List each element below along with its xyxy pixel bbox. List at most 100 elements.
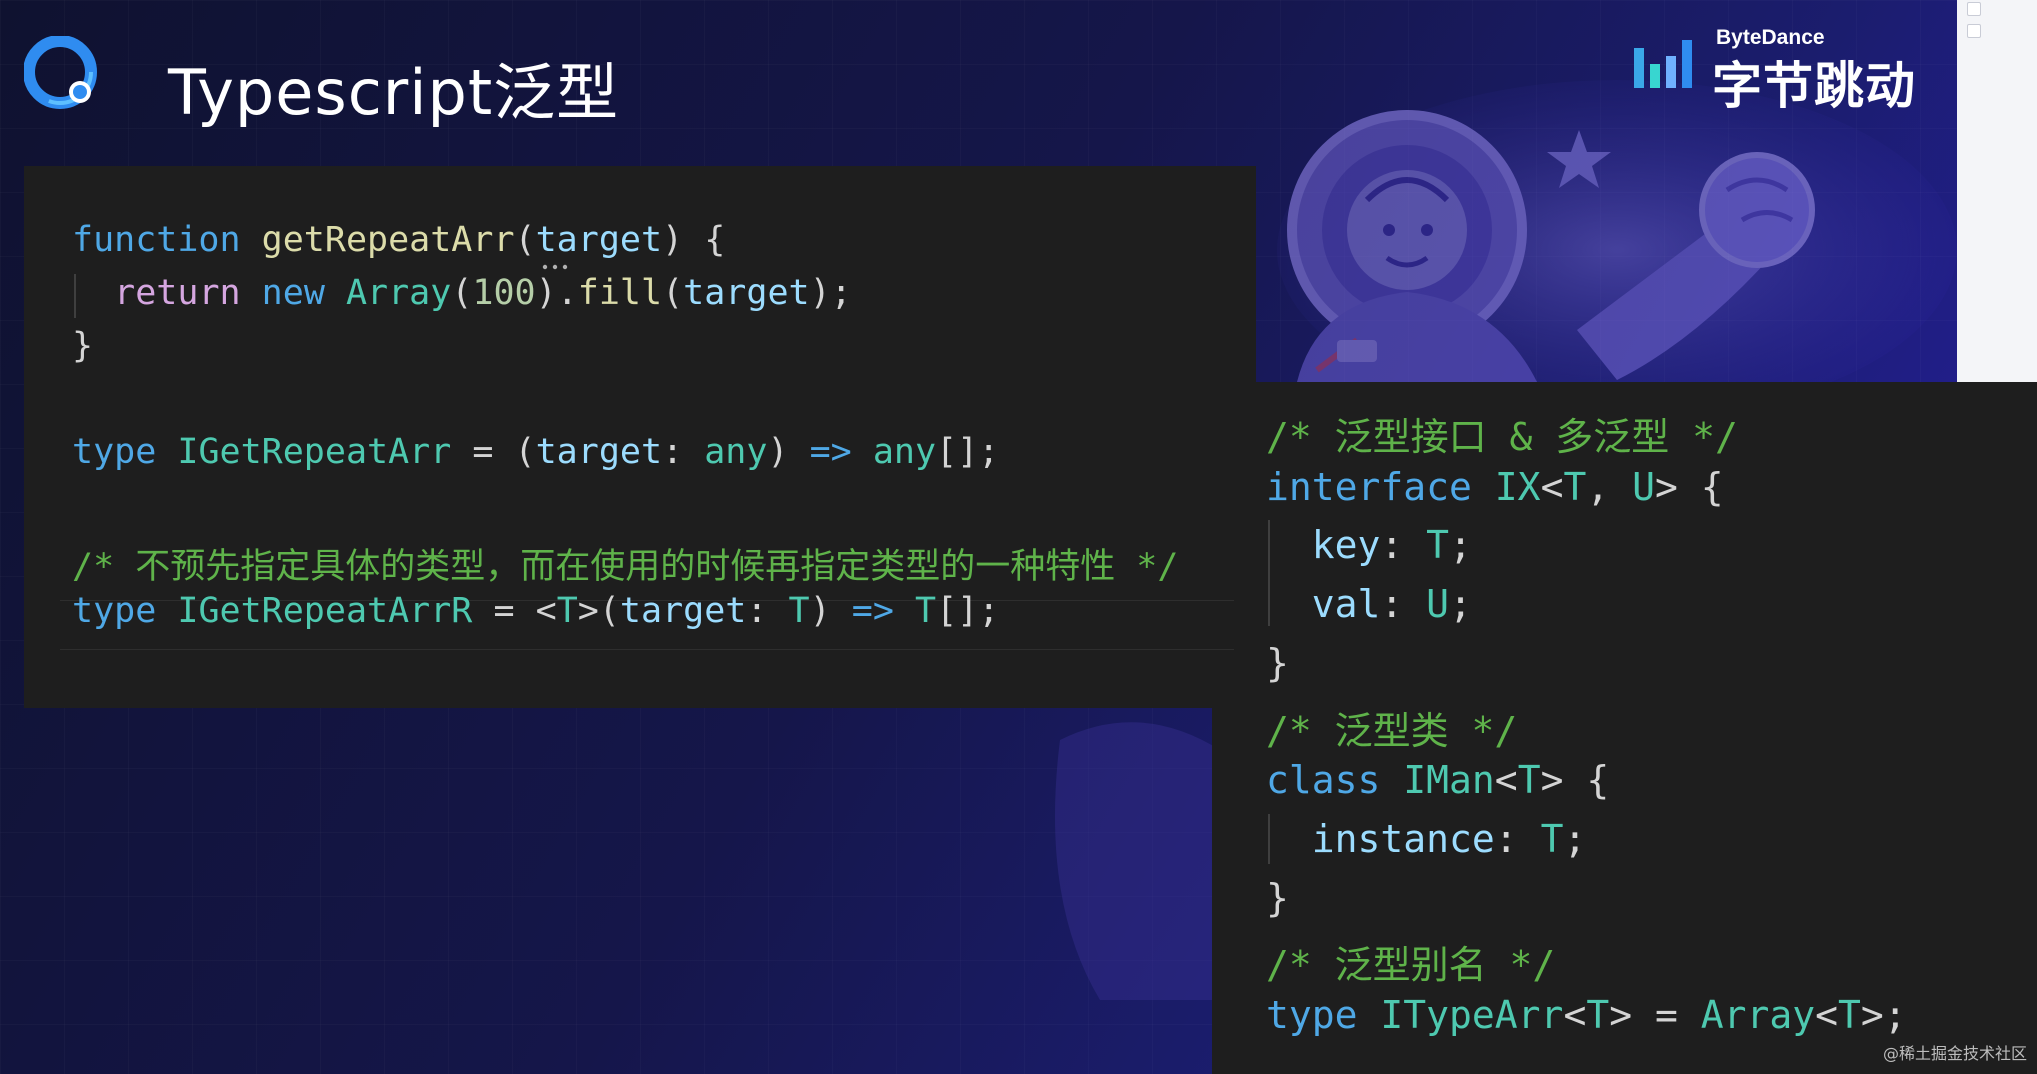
code-token: new xyxy=(261,273,325,313)
brand-name-cn: 字节跳动 xyxy=(1712,57,1916,115)
code-token: T xyxy=(1586,993,1610,1037)
code-token: : xyxy=(1494,816,1541,861)
presentation-slide: Typescript泛型 ByteDance 字节跳动 function get… xyxy=(0,0,2037,1074)
code-token: target xyxy=(619,591,747,631)
code-token: /* 泛型别名 */ xyxy=(1266,943,1556,988)
code-token: > { xyxy=(1540,758,1610,803)
code-line: interface IX<T, U> { xyxy=(1266,465,1724,509)
code-token: >; xyxy=(1860,993,1907,1037)
code-token: IMan xyxy=(1403,758,1495,803)
code-token: class xyxy=(1266,758,1381,803)
code-token: T xyxy=(914,591,937,631)
code-token: Array xyxy=(345,273,452,313)
code-line: class IMan<T> { xyxy=(1266,758,1609,802)
code-token: : xyxy=(662,432,705,472)
code-token: T xyxy=(1563,464,1587,509)
code-token: < xyxy=(1563,993,1587,1037)
astronaut-illustration xyxy=(1277,80,1957,382)
code-token: /* 泛型类 */ xyxy=(1266,708,1518,753)
code-editor-left: function getRepeatArr(target) { return n… xyxy=(24,166,1256,708)
code-token: ) xyxy=(767,432,810,472)
code-line: function getRepeatArr(target) { xyxy=(72,220,725,260)
code-token: return xyxy=(114,273,241,313)
code-line: val: U; xyxy=(1266,582,1472,626)
code-token: target xyxy=(683,273,810,313)
decorative-shape xyxy=(1055,722,1220,1000)
code-line: type ITypeArr<T> = Array<T>; xyxy=(1266,993,1907,1037)
code-token: ; xyxy=(1449,582,1472,627)
code-token: any xyxy=(872,432,937,472)
code-line: /* 泛型类 */ xyxy=(1266,700,1517,755)
bytedance-logo: ByteDance 字节跳动 xyxy=(1632,24,1915,115)
hover-hint-dots xyxy=(542,264,568,270)
code-token: getRepeatArr xyxy=(261,220,515,260)
code-token: type xyxy=(72,591,157,631)
code-token: type xyxy=(1266,993,1358,1037)
code-token: val xyxy=(1311,582,1381,627)
code-token: >( xyxy=(577,591,620,631)
code-token: key xyxy=(1311,523,1381,568)
code-editor-right: /* 泛型接口 & 多泛型 */ interface IX<T, U> { key… xyxy=(1256,382,2037,1074)
code-token: ITypeArr xyxy=(1380,993,1564,1037)
toolbar-button[interactable] xyxy=(1967,2,1981,16)
code-line: return new Array(100).fill(target); xyxy=(72,273,852,313)
code-token: IX xyxy=(1494,464,1541,509)
code-token: function xyxy=(72,220,241,260)
bytedance-bars-icon xyxy=(1634,40,1692,88)
code-line: type IGetRepeatArrR = <T>(target: T) => … xyxy=(72,591,999,631)
code-line: instance: T; xyxy=(1266,816,1587,861)
code-token: 100 xyxy=(472,273,536,313)
code-token: > = xyxy=(1609,993,1701,1037)
code-token: , xyxy=(1586,464,1633,509)
code-token: ) { xyxy=(662,220,726,260)
code-token: any xyxy=(704,432,768,472)
code-token: T xyxy=(1838,993,1861,1037)
code-line: key: T; xyxy=(1266,523,1472,567)
code-token: fill xyxy=(577,273,663,313)
code-line: } xyxy=(1266,641,1289,685)
code-token: /* 泛型接口 & 多泛型 */ xyxy=(1266,415,1738,459)
code-token: Array xyxy=(1700,993,1816,1037)
code-token: []; xyxy=(936,591,1000,631)
code-token: instance xyxy=(1311,816,1495,861)
code-token: U xyxy=(1632,464,1655,509)
code-token: /* 不预先指定具体的类型，而在使用的时候再指定类型的一种特性 */ xyxy=(72,547,1179,587)
code-line: /* 不预先指定具体的类型，而在使用的时候再指定类型的一种特性 */ xyxy=(72,538,1178,589)
code-token: < xyxy=(1494,758,1518,803)
code-token: target xyxy=(535,432,663,472)
code-token: T xyxy=(1517,758,1541,803)
code-panel-extension xyxy=(1212,700,1256,1074)
code-line: /* 泛型别名 */ xyxy=(1266,934,1555,989)
code-token: T xyxy=(556,591,578,631)
code-token: ( xyxy=(514,220,536,260)
code-token: type xyxy=(72,432,157,472)
toolbar-button[interactable] xyxy=(1967,24,1981,38)
code-token: ). xyxy=(535,273,578,313)
code-token: ; xyxy=(1563,816,1587,861)
code-token: = < xyxy=(472,591,557,631)
code-token: U xyxy=(1426,582,1450,627)
code-token: IGetRepeatArrR xyxy=(177,591,473,631)
code-token: ( xyxy=(662,273,684,313)
code-token: target xyxy=(535,220,663,260)
code-token: : xyxy=(746,591,789,631)
circular-q-logo-icon xyxy=(24,36,97,109)
code-token: : xyxy=(1380,582,1427,627)
code-token: => xyxy=(851,591,894,631)
code-line: type IGetRepeatArr = (target: any) => an… xyxy=(72,432,999,472)
code-token: ); xyxy=(809,273,852,313)
code-token: T xyxy=(1540,816,1564,861)
